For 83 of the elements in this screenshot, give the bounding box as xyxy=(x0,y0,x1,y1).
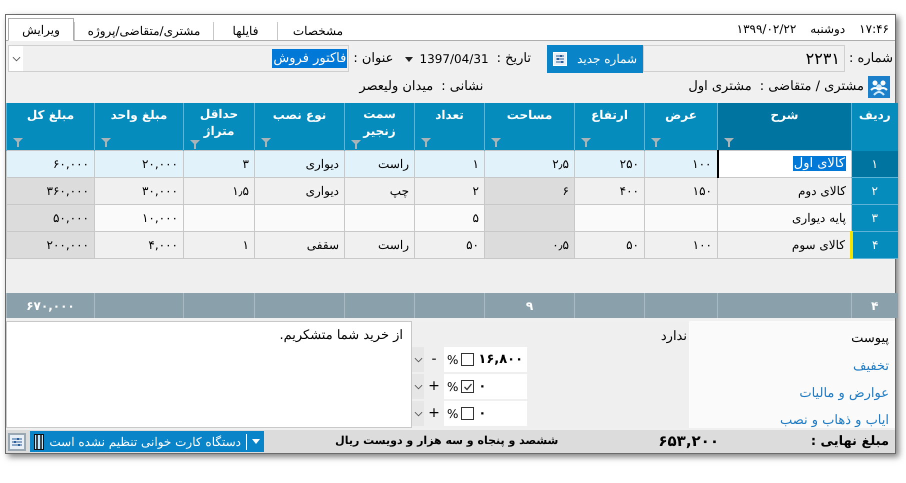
filter-icon[interactable] xyxy=(581,138,591,147)
total-in-words: ششصد و پنجاه و سه هزار و دویست ریال xyxy=(335,433,558,450)
field-label: شماره : xyxy=(849,50,893,68)
adjustment-amount: ۰ xyxy=(478,404,486,423)
filter-icon[interactable] xyxy=(421,138,431,147)
field-label: نشانی : xyxy=(441,78,484,96)
table-row[interactable]: ۳ پایه دیواری ۵ ۱۰,۰۰۰ ۵۰,۰۰۰ xyxy=(6,204,898,232)
column-header[interactable]: سمت زنجیر xyxy=(344,103,414,150)
table-cell: ۵۰,۰۰۰ xyxy=(6,204,94,232)
filter-icon[interactable] xyxy=(651,138,661,147)
title-combobox[interactable]: فاکتور فروش xyxy=(8,45,350,72)
column-header[interactable]: حداقل متراژ xyxy=(184,103,254,150)
table-cell: ۳۶۰,۰۰۰ xyxy=(6,178,94,204)
tab[interactable]: ویرایش xyxy=(8,18,74,41)
weekday-text: دوشنبه xyxy=(810,20,846,38)
customer-name: مشتری اول xyxy=(688,78,752,96)
note-textarea[interactable]: از خرید شما متشکریم. xyxy=(6,321,412,428)
address-text: میدان ولیعصر xyxy=(359,78,434,96)
row-number[interactable]: ۲ xyxy=(852,178,898,204)
filter-icon[interactable] xyxy=(13,138,23,147)
adjustment-amount: ۱۶,۸۰۰ xyxy=(478,350,524,369)
column-header[interactable]: مبلغ واحد xyxy=(94,103,184,150)
table-cell: ۲۰۰,۰۰۰ xyxy=(6,232,94,258)
column-header[interactable]: شرح xyxy=(718,103,852,150)
chevron-icon[interactable] xyxy=(414,410,422,416)
new-number-button[interactable]: شماره جدید xyxy=(547,44,643,72)
adjustment-link[interactable]: ایاب و ذهاب و نصب xyxy=(689,411,889,429)
chevron-icon[interactable] xyxy=(414,384,422,390)
percent-checkbox[interactable] xyxy=(461,380,474,393)
column-header[interactable]: ردیف xyxy=(852,103,898,150)
chevron-icon[interactable] xyxy=(12,56,20,62)
date-text: ۱۳۹۹/۰۲/۲۲ xyxy=(736,20,796,38)
table-cell: ۰٫۵ xyxy=(484,232,574,258)
percent-checkbox[interactable] xyxy=(461,353,474,366)
field-label: پیوست xyxy=(850,330,889,348)
percent-label: % xyxy=(447,406,458,422)
column-header[interactable]: مساحت xyxy=(484,103,574,150)
filter-icon[interactable] xyxy=(724,138,734,147)
column-header[interactable]: نوع نصب xyxy=(254,103,344,150)
sign-button[interactable]: + xyxy=(424,401,444,426)
column-header[interactable]: تعداد xyxy=(414,103,484,150)
date-picker[interactable]: 1397/04/31 xyxy=(401,46,493,70)
table-row[interactable]: ۱ کالای اول ۱۰۰ ۲۵۰ ۲٫۵ ۱ راست دیواری ۳ ۲۰,۰۰۰ ۶۰,۰۰۰ xyxy=(6,150,898,178)
field-label: مشتری / متقاضی : xyxy=(760,78,864,96)
column-header[interactable]: عرض xyxy=(644,103,718,150)
column-header[interactable]: ارتفاع xyxy=(574,103,644,150)
adjustment-amount: ۰ xyxy=(478,378,486,396)
total-label: مبلغ نهایی : xyxy=(810,432,889,451)
summary-cell: ۹ xyxy=(484,293,574,318)
sign-button[interactable]: + xyxy=(424,374,444,399)
percent-checkbox[interactable] xyxy=(461,407,474,420)
summary-cell: ۴ xyxy=(852,293,898,318)
attachment-status: ندارد xyxy=(660,328,688,346)
row-number[interactable]: ۳ xyxy=(852,204,898,232)
number-field[interactable]: ۲۲۳۱ xyxy=(643,45,845,72)
card-icon xyxy=(34,434,44,450)
table-row[interactable]: ۴ کالای سوم ۱۰۰ ۵۰ ۰٫۵ ۵۰ راست سقفی ۱ ۴,۰۰۰ ۲۰۰,۰۰۰ xyxy=(6,232,898,258)
clock-time: ۱۷:۴۶ xyxy=(859,20,889,38)
field-label: تاریخ : xyxy=(496,50,531,68)
sliders-icon xyxy=(553,52,567,66)
table-cell: ۶ xyxy=(484,178,574,204)
sign-button[interactable]: - xyxy=(424,347,444,372)
column-header[interactable]: مبلغ کل xyxy=(6,103,94,150)
chevron-icon[interactable] xyxy=(414,356,422,362)
cell-editor[interactable]: کالای اول xyxy=(718,150,852,178)
field-label: عنوان : xyxy=(353,50,394,68)
filter-icon[interactable] xyxy=(261,138,271,147)
card-reader-dropdown[interactable]: دستگاه کارت خوانی تنظیم نشده است xyxy=(30,431,264,452)
percent-label: % xyxy=(447,352,458,368)
adjustment-link[interactable]: تخفیف xyxy=(689,357,889,375)
row-number[interactable]: ۴ xyxy=(852,232,898,258)
percent-label: % xyxy=(447,378,458,396)
total-amount: ۶۵۳,۲۰۰ xyxy=(658,431,719,452)
settings-icon[interactable] xyxy=(8,432,26,450)
row-number[interactable]: ۱ xyxy=(852,150,898,178)
filter-icon[interactable] xyxy=(491,138,501,147)
adjustment-link[interactable]: عوارض و مالیات xyxy=(689,384,889,402)
people-icon[interactable] xyxy=(868,76,890,98)
table-row[interactable]: ۲ کالای دوم ۱۵۰ ۴۰۰ ۶ ۲ چپ دیواری ۱٫۵ ۳۰,۰۰۰ ۳۶۰,۰۰۰ xyxy=(6,178,898,204)
caret-icon xyxy=(405,56,414,62)
caret-icon xyxy=(252,439,260,444)
filter-icon[interactable] xyxy=(101,138,111,147)
summary-cell: ۶۷۰,۰۰۰ xyxy=(6,293,94,318)
